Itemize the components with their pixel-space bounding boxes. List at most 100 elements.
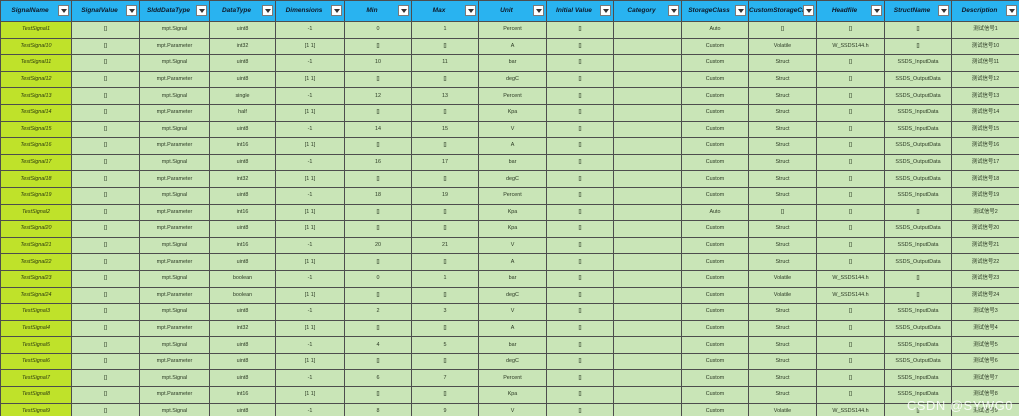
table-cell[interactable]: Struct: [748, 153, 817, 172]
table-cell[interactable]: Custom: [681, 319, 749, 338]
table-cell[interactable]: Custom: [681, 303, 749, 321]
table-cell[interactable]: SSDS_OutputData: [884, 319, 952, 338]
table-cell[interactable]: [613, 186, 682, 205]
table-cell[interactable]: Custom: [681, 386, 749, 404]
table-cell[interactable]: []: [71, 21, 140, 39]
table-cell[interactable]: []: [411, 137, 479, 155]
table-cell[interactable]: TestSignal2: [0, 203, 72, 222]
table-cell[interactable]: []: [816, 153, 885, 172]
table-cell[interactable]: Struct: [748, 137, 817, 155]
table-cell[interactable]: []: [411, 70, 479, 89]
table-cell[interactable]: []: [884, 37, 952, 56]
table-cell[interactable]: -1: [275, 369, 345, 388]
table-cell[interactable]: 7: [411, 369, 479, 388]
table-cell[interactable]: mpt.Signal: [139, 120, 210, 139]
table-cell[interactable]: 4: [344, 336, 412, 354]
table-cell[interactable]: []: [71, 153, 140, 172]
table-cell[interactable]: []: [546, 220, 614, 238]
table-cell[interactable]: mpt.Parameter: [139, 220, 210, 238]
table-cell[interactable]: []: [344, 352, 412, 371]
table-cell[interactable]: 测试信号10: [951, 37, 1019, 56]
table-cell[interactable]: SSDS_InputData: [884, 303, 952, 321]
table-cell[interactable]: -1: [275, 303, 345, 321]
table-cell[interactable]: SSDS_OutputData: [884, 170, 952, 188]
table-cell[interactable]: Struct: [748, 54, 817, 72]
table-cell[interactable]: W_SSDS144.h: [816, 286, 885, 305]
table-cell[interactable]: Custom: [681, 103, 749, 122]
table-cell[interactable]: []: [71, 87, 140, 105]
table-cell[interactable]: []: [411, 386, 479, 404]
table-cell[interactable]: []: [816, 336, 885, 354]
table-cell[interactable]: []: [71, 303, 140, 321]
table-cell[interactable]: SSDS_OutputData: [884, 153, 952, 172]
table-cell[interactable]: 15: [411, 120, 479, 139]
table-cell[interactable]: []: [546, 70, 614, 89]
table-cell[interactable]: Percent: [478, 87, 547, 105]
column-header[interactable]: SignalName: [0, 0, 72, 22]
filter-dropdown-icon[interactable]: [262, 5, 273, 16]
table-cell[interactable]: 11: [411, 54, 479, 72]
table-cell[interactable]: 测试信号14: [951, 103, 1019, 122]
table-cell[interactable]: -1: [275, 153, 345, 172]
table-cell[interactable]: uint8: [209, 220, 276, 238]
column-header[interactable]: Unit: [478, 0, 547, 22]
table-cell[interactable]: [1 1]: [275, 70, 345, 89]
table-cell[interactable]: 测试信号20: [951, 220, 1019, 238]
table-cell[interactable]: uint8: [209, 253, 276, 271]
table-cell[interactable]: Auto: [681, 21, 749, 39]
table-cell[interactable]: []: [546, 352, 614, 371]
table-cell[interactable]: [1 1]: [275, 37, 345, 56]
table-cell[interactable]: []: [884, 269, 952, 288]
table-cell[interactable]: [1 1]: [275, 386, 345, 404]
table-cell[interactable]: [613, 37, 682, 56]
table-cell[interactable]: []: [546, 37, 614, 56]
table-cell[interactable]: Struct: [748, 369, 817, 388]
table-cell[interactable]: SSDS_OutputData: [884, 253, 952, 271]
table-cell[interactable]: []: [546, 336, 614, 354]
table-cell[interactable]: [1 1]: [275, 170, 345, 188]
table-cell[interactable]: []: [816, 203, 885, 222]
table-cell[interactable]: 21: [411, 236, 479, 255]
table-cell[interactable]: []: [344, 203, 412, 222]
table-cell[interactable]: []: [816, 220, 885, 238]
table-cell[interactable]: []: [546, 319, 614, 338]
table-cell[interactable]: 测试信号3: [951, 303, 1019, 321]
table-cell[interactable]: 测试信号22: [951, 253, 1019, 271]
table-cell[interactable]: TestSignal8: [0, 386, 72, 404]
table-cell[interactable]: SSDS_OutputData: [884, 87, 952, 105]
table-cell[interactable]: [613, 253, 682, 271]
table-cell[interactable]: []: [546, 203, 614, 222]
table-cell[interactable]: SSDS_InputData: [884, 103, 952, 122]
table-cell[interactable]: [613, 369, 682, 388]
table-cell[interactable]: uint8: [209, 21, 276, 39]
table-cell[interactable]: TestSignal9: [0, 402, 72, 416]
table-cell[interactable]: mpt.Signal: [139, 186, 210, 205]
column-header[interactable]: StorageClass: [681, 0, 749, 22]
table-cell[interactable]: []: [411, 37, 479, 56]
table-cell[interactable]: TestSignal14: [0, 103, 72, 122]
table-cell[interactable]: Custom: [681, 253, 749, 271]
table-cell[interactable]: uint8: [209, 303, 276, 321]
table-cell[interactable]: Struct: [748, 186, 817, 205]
table-cell[interactable]: [613, 87, 682, 105]
table-cell[interactable]: Custom: [681, 186, 749, 205]
table-cell[interactable]: uint8: [209, 336, 276, 354]
table-cell[interactable]: TestSignal16: [0, 137, 72, 155]
column-header[interactable]: Headfile: [816, 0, 885, 22]
table-cell[interactable]: 17: [411, 153, 479, 172]
table-cell[interactable]: []: [546, 87, 614, 105]
filter-dropdown-icon[interactable]: [735, 5, 746, 16]
table-cell[interactable]: Struct: [748, 103, 817, 122]
table-cell[interactable]: Custom: [681, 269, 749, 288]
table-cell[interactable]: [1 1]: [275, 137, 345, 155]
table-cell[interactable]: SSDS_InputData: [884, 369, 952, 388]
table-cell[interactable]: []: [546, 369, 614, 388]
table-cell[interactable]: Custom: [681, 37, 749, 56]
table-cell[interactable]: 3: [411, 303, 479, 321]
table-cell[interactable]: [1 1]: [275, 352, 345, 371]
table-cell[interactable]: []: [816, 319, 885, 338]
table-cell[interactable]: [613, 70, 682, 89]
table-cell[interactable]: []: [546, 54, 614, 72]
table-cell[interactable]: TestSignal19: [0, 186, 72, 205]
table-cell[interactable]: Custom: [681, 54, 749, 72]
